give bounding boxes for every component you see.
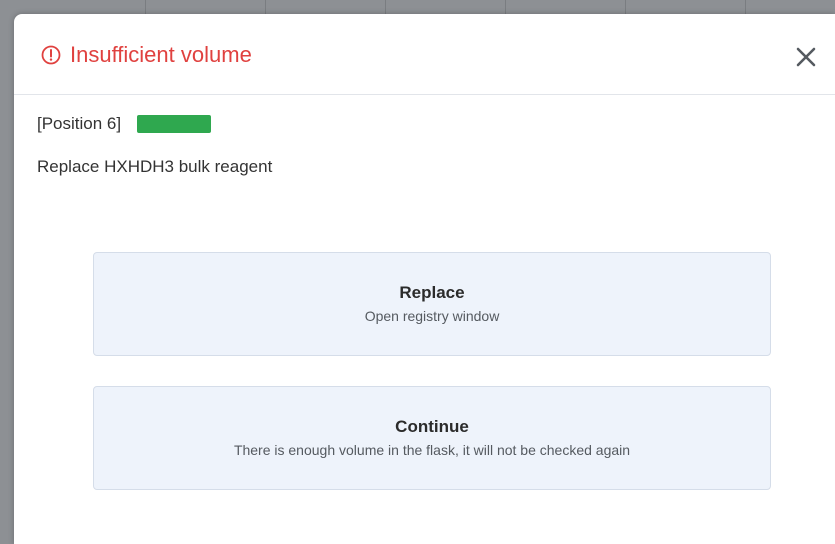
status-color-swatch (137, 115, 212, 133)
dialog-header: Insufficient volume (14, 14, 835, 95)
close-button[interactable] (791, 42, 821, 72)
dialog-title-group: Insufficient volume (41, 42, 252, 68)
continue-button-description: There is enough volume in the flask, it … (233, 442, 631, 458)
position-label: [Position 6] (37, 114, 122, 133)
dialog-title: Insufficient volume (70, 42, 252, 67)
close-icon (796, 47, 816, 67)
replace-button[interactable]: Replace Open registry window (93, 252, 771, 356)
replace-button-title: Replace (399, 283, 465, 302)
replace-message: Replace HXHDH3 bulk reagent (37, 157, 273, 176)
alert-circle-icon (41, 45, 61, 65)
continue-button-title: Continue (395, 417, 469, 436)
replace-button-description: Open registry window (364, 308, 500, 324)
position-row: [Position 6] (37, 114, 212, 134)
continue-button[interactable]: Continue There is enough volume in the f… (93, 386, 771, 490)
insufficient-volume-dialog: Insufficient volume [Position 6] Replace… (14, 14, 835, 544)
